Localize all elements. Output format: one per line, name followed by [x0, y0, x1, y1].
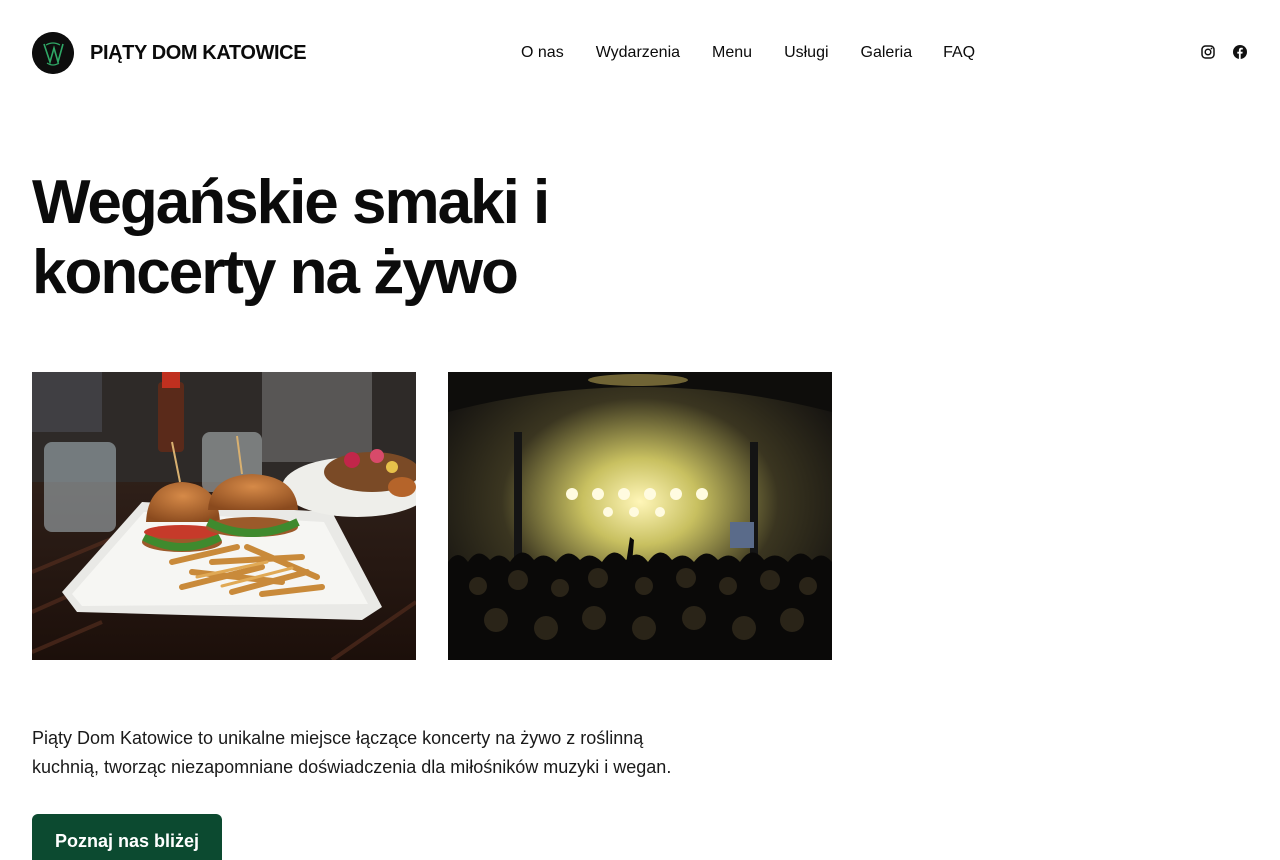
nav-galeria[interactable]: Galeria [861, 42, 913, 64]
site-header: PIĄTY DOM KATOWICE O nas Wydarzenia Menu… [0, 0, 1280, 104]
main-nav: O nas Wydarzenia Menu Usługi Galeria FAQ [521, 42, 975, 64]
photo-vegan-burgers [32, 372, 416, 660]
nav-o-nas[interactable]: O nas [521, 42, 564, 64]
brand-name[interactable]: PIĄTY DOM KATOWICE [90, 40, 307, 66]
learn-more-button[interactable]: Poznaj nas bliżej [32, 814, 222, 860]
logo-monogram-icon [32, 32, 74, 74]
nav-wydarzenia[interactable]: Wydarzenia [596, 42, 680, 64]
hero-title-line-2: koncerty na żywo [32, 238, 519, 307]
nav-menu[interactable]: Menu [712, 42, 752, 64]
intro-description: Piąty Dom Katowice to unikalne miejsce ł… [32, 728, 672, 777]
facebook-icon[interactable] [1233, 45, 1247, 59]
nav-faq[interactable]: FAQ [943, 42, 975, 64]
logo[interactable] [32, 32, 74, 74]
nav-uslugi[interactable]: Usługi [784, 42, 828, 64]
hero-title: Wegańskie smaki i koncerty na żywo [32, 168, 652, 308]
photo-live-concert [448, 372, 832, 660]
hero-title-line-1: Wegańskie smaki i [32, 168, 550, 237]
instagram-icon[interactable] [1201, 45, 1215, 59]
social-links [1201, 45, 1247, 59]
